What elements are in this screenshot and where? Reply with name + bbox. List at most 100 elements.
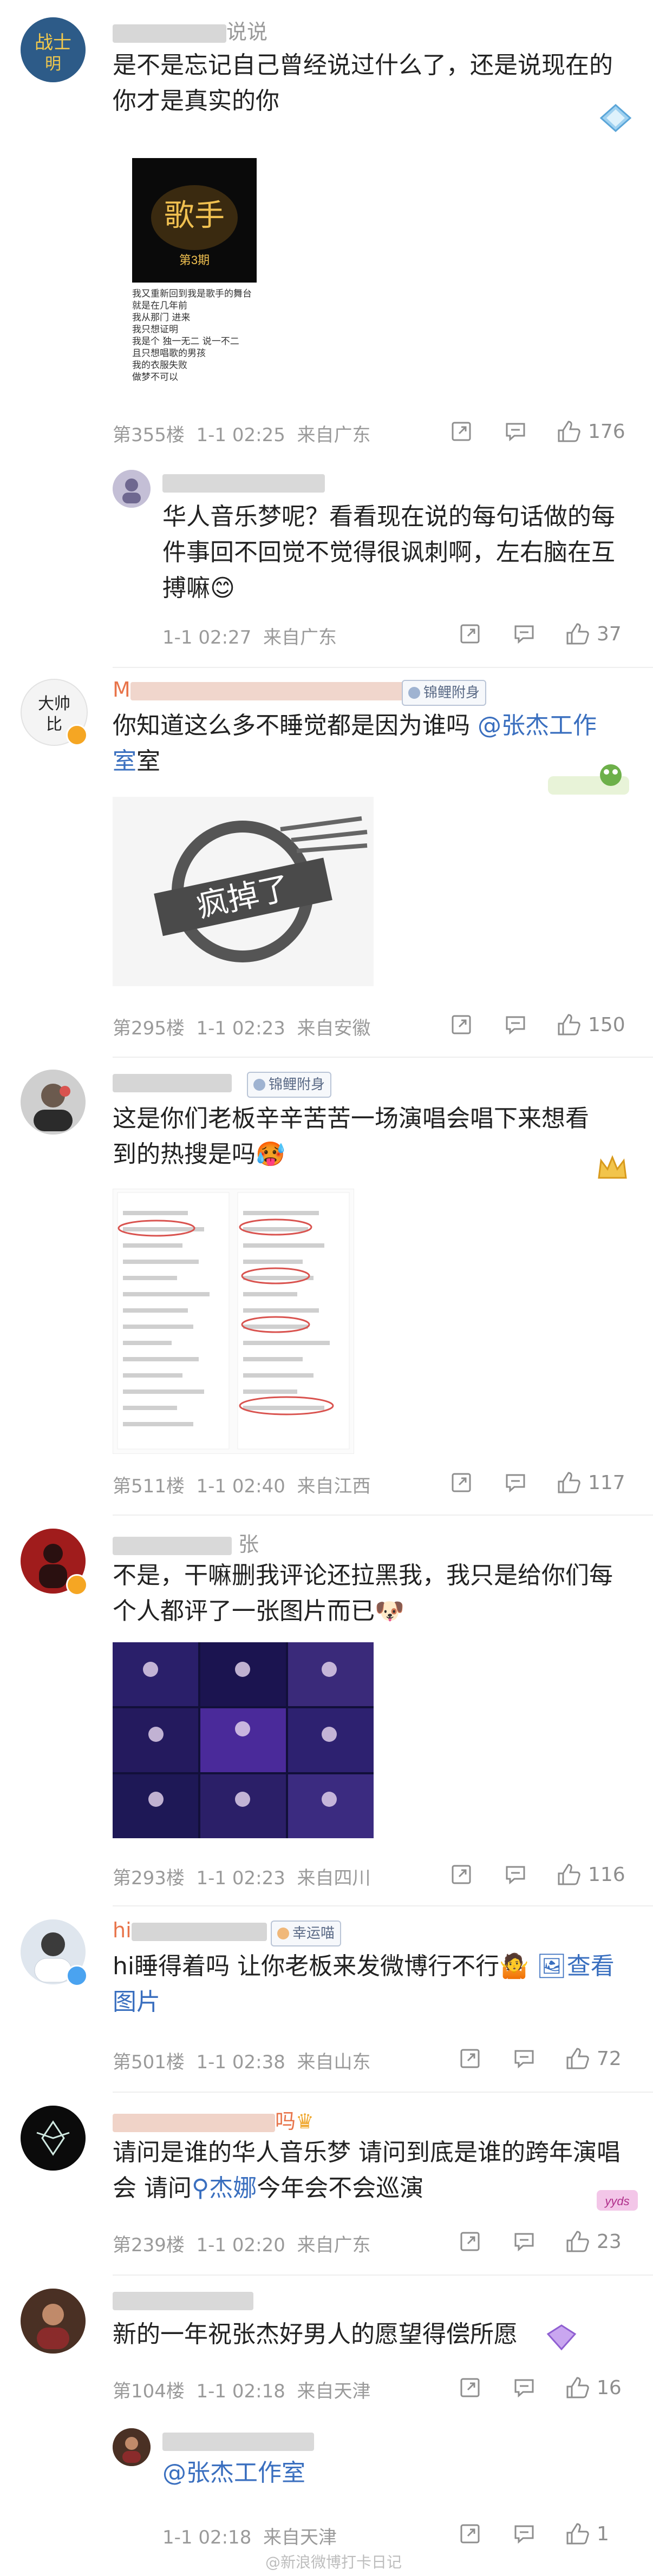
like-button[interactable]: 37 bbox=[564, 620, 622, 647]
comment-meta: 第295楼 1-1 02:23 来自安徽 bbox=[113, 1018, 371, 1039]
share-button[interactable] bbox=[449, 1469, 473, 1496]
share-icon bbox=[452, 1015, 471, 1034]
comment-actions: 116 bbox=[449, 1861, 634, 1888]
image-line: 我又重新回到我是歌手的舞台 bbox=[132, 289, 252, 299]
avatar[interactable] bbox=[21, 2289, 86, 2354]
comment-meta: 第239楼 1-1 02:20 来自广东 bbox=[113, 2234, 371, 2256]
username[interactable]: 说说 bbox=[113, 15, 267, 45]
cat-icon bbox=[277, 1928, 289, 1939]
search-link[interactable]: ⚲杰娜 bbox=[192, 2174, 257, 2202]
comment-image[interactable]: 疯掉了 bbox=[113, 797, 374, 986]
divider bbox=[113, 2275, 653, 2276]
svg-text:明: 明 bbox=[45, 55, 61, 73]
share-icon bbox=[460, 624, 480, 644]
thumbs-up-icon bbox=[558, 1864, 580, 1885]
username[interactable] bbox=[162, 2428, 314, 2452]
koi-icon bbox=[253, 1079, 265, 1091]
comment-actions: 117 bbox=[449, 1469, 634, 1496]
comment-button[interactable] bbox=[504, 1861, 527, 1888]
username[interactable]: hi bbox=[113, 1918, 267, 1942]
mention-link[interactable]: @张杰工作室 bbox=[162, 2459, 305, 2487]
like-button[interactable]: 23 bbox=[564, 2228, 622, 2255]
gem-sticker-icon bbox=[543, 2322, 580, 2355]
reply-text: @张杰工作室 bbox=[162, 2455, 606, 2491]
verified-badge-icon bbox=[66, 1965, 88, 1987]
like-button[interactable]: 176 bbox=[556, 418, 625, 445]
comment-icon bbox=[514, 2525, 534, 2544]
yyds-sticker-icon: yyds bbox=[596, 2187, 639, 2216]
comment-button[interactable] bbox=[504, 418, 527, 445]
comment-image[interactable] bbox=[113, 1189, 354, 1454]
svg-text:大帅: 大帅 bbox=[38, 695, 70, 713]
share-button[interactable] bbox=[449, 1861, 473, 1888]
like-button[interactable]: 1 bbox=[564, 2520, 609, 2547]
comment-button[interactable] bbox=[504, 1011, 527, 1038]
like-button[interactable]: 117 bbox=[556, 1469, 625, 1496]
comment-button[interactable] bbox=[512, 2045, 536, 2072]
crown-sticker-icon bbox=[593, 1152, 631, 1187]
share-button[interactable] bbox=[458, 620, 482, 647]
comment-actions: 23 bbox=[458, 2228, 631, 2255]
thumbs-up-icon bbox=[566, 2048, 589, 2069]
fan-badge[interactable]: 幸运喵 bbox=[271, 1920, 342, 1946]
comment-icon bbox=[506, 1474, 525, 1493]
avatar[interactable] bbox=[21, 2106, 86, 2171]
comment-image[interactable] bbox=[113, 1642, 374, 1838]
svg-text:比: 比 bbox=[46, 716, 62, 733]
like-button[interactable]: 16 bbox=[564, 2374, 622, 2401]
share-button[interactable] bbox=[458, 2374, 482, 2401]
comment-button[interactable] bbox=[512, 2228, 536, 2255]
comment-image[interactable]: 歌手 第3期 我又重新回到我是歌手的舞台 就是在几年前 我从那门 进来 我只想证明… bbox=[132, 158, 257, 385]
username[interactable]: 吗♛ bbox=[113, 2105, 314, 2134]
avatar[interactable] bbox=[21, 1070, 86, 1135]
thumbs-up-icon bbox=[566, 2377, 589, 2398]
username[interactable]: M bbox=[113, 678, 412, 702]
image-line: 我只想证明 bbox=[132, 324, 178, 335]
thumbs-up-icon bbox=[566, 623, 589, 645]
divider bbox=[113, 1057, 653, 1058]
koi-icon bbox=[408, 687, 420, 699]
comment-actions: 176 bbox=[449, 418, 634, 445]
image-line: 我从那门 进来 bbox=[132, 312, 191, 323]
thumbs-up-icon bbox=[558, 1014, 580, 1035]
fan-badge[interactable]: 锦鲤附身 bbox=[247, 1072, 332, 1098]
image-line: 做梦不可以 bbox=[132, 372, 178, 383]
username[interactable] bbox=[113, 2287, 253, 2311]
svg-text:战士: 战士 bbox=[35, 32, 71, 53]
svg-text:歌手: 歌手 bbox=[164, 199, 225, 233]
comment-button[interactable] bbox=[504, 1469, 527, 1496]
comment-text: hi睡得着吗 让你老板来发微博行不行🤷 🖼查看图片 bbox=[113, 1952, 615, 2016]
share-icon bbox=[460, 2232, 480, 2251]
share-button[interactable] bbox=[458, 2228, 482, 2255]
comment-button[interactable] bbox=[512, 2374, 536, 2401]
avatar[interactable]: 战士明 bbox=[21, 17, 86, 82]
share-button[interactable] bbox=[458, 2045, 482, 2072]
username[interactable]: 张 bbox=[113, 1528, 259, 1557]
comment-meta: 第104楼 1-1 02:18 来自天津 bbox=[113, 2381, 371, 2402]
share-button[interactable] bbox=[449, 1011, 473, 1038]
comment-button[interactable] bbox=[512, 620, 536, 647]
avatar[interactable] bbox=[113, 470, 151, 508]
username[interactable] bbox=[162, 470, 325, 494]
fan-badge[interactable]: 锦鲤附身 bbox=[402, 680, 487, 706]
comment-icon bbox=[514, 625, 534, 644]
comment-actions: 72 bbox=[458, 2045, 631, 2072]
reply-meta: 1-1 02:18 来自天津 bbox=[162, 2527, 337, 2548]
image-line: 且只想唱歌的男孩 bbox=[132, 348, 206, 359]
like-button[interactable]: 116 bbox=[556, 1861, 625, 1888]
avatar[interactable] bbox=[113, 2428, 151, 2466]
image-line: 我是个 独一无二 说一不二 bbox=[132, 336, 239, 347]
like-button[interactable]: 72 bbox=[564, 2045, 622, 2072]
comment-button[interactable] bbox=[512, 2520, 536, 2547]
comment-text: 请问是谁的华人音乐梦 请问到底是谁的跨年演唱会 请问⚲杰娜今年会不会巡演 bbox=[113, 2139, 621, 2202]
username[interactable] bbox=[113, 1070, 232, 1093]
comment-actions: 16 bbox=[458, 2374, 631, 2401]
share-icon bbox=[452, 1473, 471, 1492]
share-button[interactable] bbox=[449, 418, 473, 445]
reply-meta: 1-1 02:27 来自广东 bbox=[162, 627, 337, 648]
share-button[interactable] bbox=[458, 2520, 482, 2547]
comment-text: 这是你们老板辛辛苦苦一场演唱会唱下来想看到的热搜是吗🥵 bbox=[113, 1105, 589, 1168]
like-button[interactable]: 150 bbox=[556, 1011, 625, 1038]
svg-text:第3期: 第3期 bbox=[179, 253, 210, 267]
search-icon: ⚲ bbox=[192, 2174, 210, 2202]
